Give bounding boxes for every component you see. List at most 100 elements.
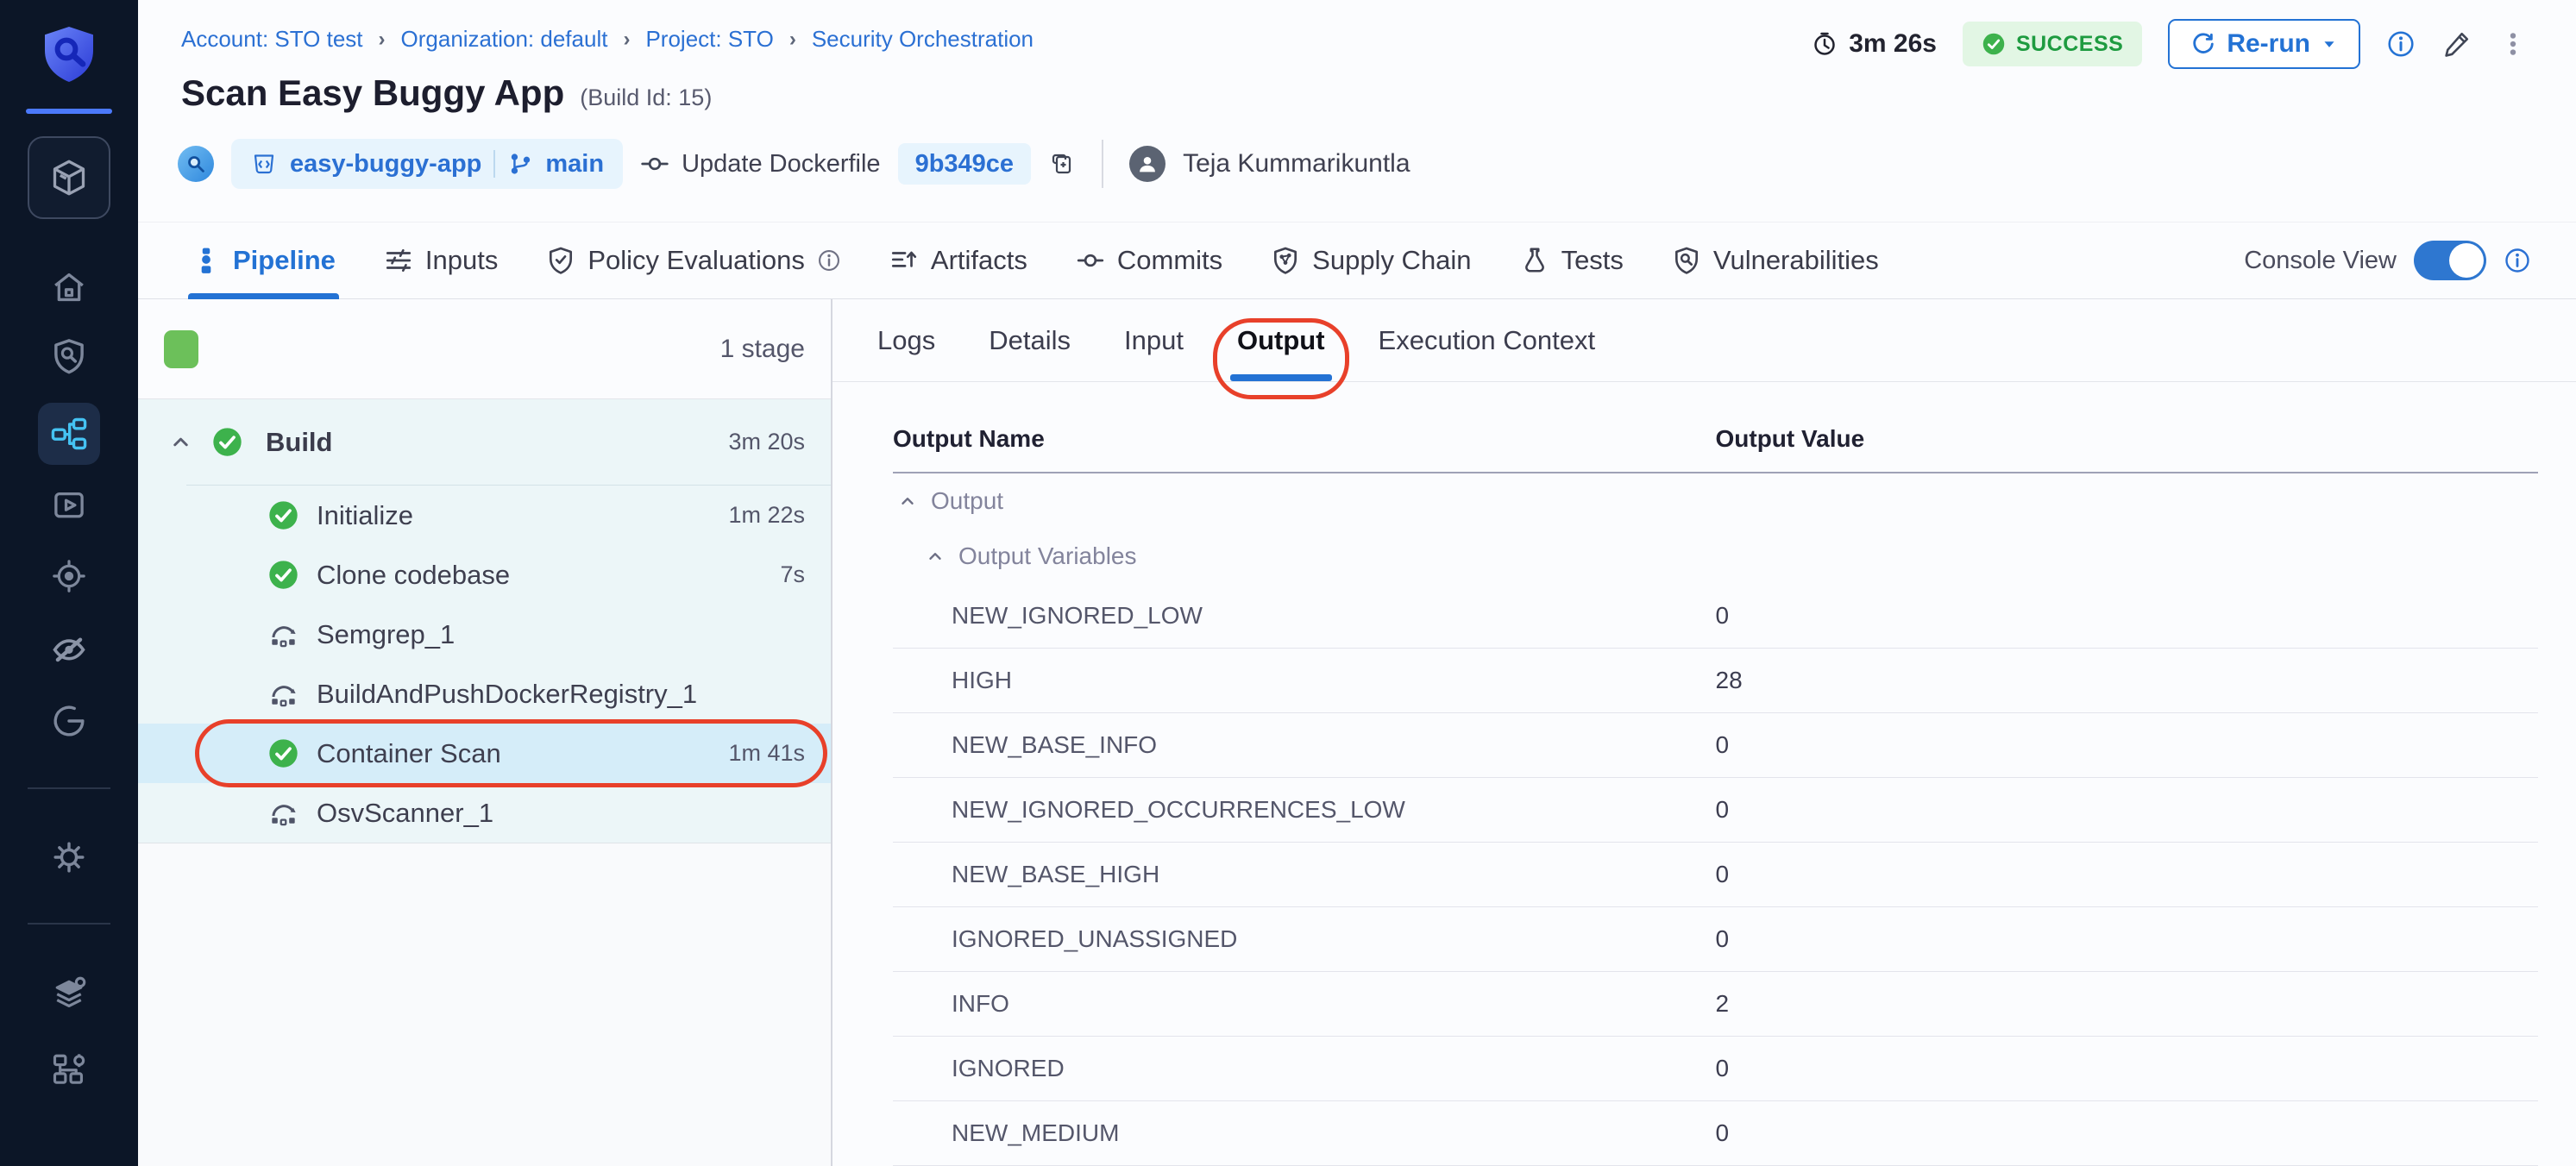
success-icon — [267, 559, 299, 591]
rerun-button[interactable]: Re-run — [2168, 19, 2360, 69]
supply-chain-icon — [1271, 246, 1300, 275]
breadcrumb-separator: › — [789, 28, 796, 52]
console-view-group: Console View — [2244, 241, 2576, 280]
collapse-chevron-icon — [926, 547, 945, 566]
table-row: HIGH28 — [893, 649, 2538, 713]
execution-tab-bar: Pipeline Inputs Policy Evaluations — [138, 222, 2576, 299]
repository-icon — [250, 150, 278, 178]
left-nav-rail — [0, 0, 138, 1166]
console-view-info-icon[interactable] — [2504, 247, 2531, 274]
detail-tab-logs[interactable]: Logs — [877, 299, 935, 381]
tab-inputs[interactable]: Inputs — [384, 223, 498, 298]
executions-nav-icon[interactable] — [38, 473, 100, 536]
build-meta-row: easy-buggy-app main Update Dockerfile 9b… — [178, 138, 1411, 190]
step-row-container-scan[interactable]: Container Scan 1m 41s — [138, 724, 831, 783]
toggle-knob — [2449, 243, 2484, 278]
org-structure-nav-icon[interactable] — [38, 1037, 100, 1099]
build-id: (Build Id: 15) — [580, 85, 712, 111]
success-icon — [211, 426, 243, 458]
console-view-toggle[interactable] — [2414, 241, 2486, 280]
nav-divider — [28, 787, 110, 789]
stage-duration: 3m 20s — [728, 429, 805, 455]
duration-text: 3m 26s — [1849, 29, 1937, 59]
breadcrumb: Account: STO test › Organization: defaul… — [181, 26, 1034, 53]
tab-tests[interactable]: Tests — [1520, 223, 1624, 298]
breadcrumb-separator: › — [379, 28, 386, 52]
edit-pipeline-icon[interactable] — [2441, 28, 2472, 60]
commits-icon — [1076, 246, 1105, 275]
column-output-name: Output Name — [893, 425, 1716, 453]
inputs-icon — [384, 246, 413, 275]
step-row-osv-scanner[interactable]: OsvScanner_1 — [138, 783, 831, 843]
queued-icon — [267, 618, 299, 650]
tab-policy-evaluations[interactable]: Policy Evaluations — [546, 223, 841, 298]
targets-nav-icon[interactable] — [38, 545, 100, 607]
build-info-icon[interactable] — [2386, 29, 2416, 59]
success-icon — [267, 737, 299, 769]
breadcrumb-module[interactable]: Security Orchestration — [812, 26, 1034, 53]
copy-sha-icon[interactable] — [1048, 150, 1076, 178]
detail-tab-details[interactable]: Details — [989, 299, 1071, 381]
commit-sha-pill[interactable]: 9b349ce — [898, 143, 1032, 185]
sto-module-logo-icon[interactable] — [41, 24, 97, 85]
table-row: IGNORED0 — [893, 1037, 2538, 1101]
author-avatar — [1129, 146, 1165, 182]
group-row-output-variables[interactable]: Output Variables — [893, 529, 2538, 584]
tab-artifacts[interactable]: Artifacts — [889, 223, 1027, 298]
nav-divider — [28, 923, 110, 925]
stage-panel-empty-area — [138, 843, 831, 1166]
group-row-output[interactable]: Output — [893, 473, 2538, 529]
detail-tab-output[interactable]: Output — [1237, 299, 1325, 381]
stage-panel: 1 stage Build 3m 20s Initialize 1m 22s — [138, 299, 832, 1166]
nav-accent-divider — [26, 109, 112, 114]
tab-vulnerabilities[interactable]: Vulnerabilities — [1672, 223, 1879, 298]
module-switcher-button[interactable] — [28, 136, 110, 219]
table-row: NEW_BASE_HIGH0 — [893, 843, 2538, 907]
breadcrumb-account[interactable]: Account: STO test — [181, 26, 363, 53]
commit-message: Update Dockerfile — [682, 150, 881, 179]
header-actions: 3m 26s SUCCESS Re-run — [1811, 19, 2528, 69]
step-row-initialize[interactable]: Initialize 1m 22s — [138, 486, 831, 545]
breadcrumb-separator: › — [623, 28, 630, 52]
step-row-build-and-push[interactable]: BuildAndPushDockerRegistry_1 — [138, 664, 831, 724]
collapse-chevron-icon — [898, 492, 917, 511]
step-detail-tabs: Logs Details Input Output Execution Cont… — [832, 299, 2576, 382]
table-row: NEW_IGNORED_OCCURRENCES_LOW0 — [893, 778, 2538, 843]
pill-divider — [493, 150, 495, 178]
get-started-nav-icon[interactable] — [38, 690, 100, 752]
pipeline-content: 1 stage Build 3m 20s Initialize 1m 22s — [138, 299, 2576, 1166]
success-check-icon — [1982, 32, 2006, 56]
breadcrumb-project[interactable]: Project: STO — [645, 26, 773, 53]
settings-nav-icon[interactable] — [38, 826, 100, 888]
meta-divider — [1102, 140, 1103, 188]
pipelines-nav-icon[interactable] — [38, 403, 100, 465]
repo-branch-pill[interactable]: easy-buggy-app main — [231, 139, 623, 189]
commit-message-group: Update Dockerfile — [640, 149, 881, 179]
breadcrumb-organization[interactable]: Organization: default — [401, 26, 608, 53]
stage-row-build[interactable]: Build 3m 20s — [138, 399, 831, 485]
git-branch-icon — [507, 151, 533, 177]
stage-status-square[interactable] — [164, 330, 198, 368]
overview-shield-search-nav-icon[interactable] — [38, 325, 100, 387]
table-row: NEW_MEDIUM0 — [893, 1101, 2538, 1166]
step-details-panel: Logs Details Input Output Execution Cont… — [832, 299, 2576, 1166]
rerun-refresh-icon — [2190, 31, 2216, 57]
commit-icon — [640, 149, 669, 179]
tab-supply-chain[interactable]: Supply Chain — [1271, 223, 1471, 298]
vulnerabilities-shield-search-icon — [1672, 246, 1701, 275]
tab-pipeline[interactable]: Pipeline — [192, 223, 336, 298]
detail-tab-input[interactable]: Input — [1124, 299, 1184, 381]
project-setup-nav-icon[interactable] — [38, 962, 100, 1025]
cube-icon — [48, 157, 90, 198]
main-area: Account: STO test › Organization: defaul… — [138, 0, 2576, 1166]
step-row-semgrep[interactable]: Semgrep_1 — [138, 605, 831, 664]
tab-commits[interactable]: Commits — [1076, 223, 1222, 298]
console-view-label: Console View — [2244, 247, 2397, 275]
detail-tab-execution-context[interactable]: Execution Context — [1379, 299, 1596, 381]
author-name: Teja Kummarikuntla — [1183, 149, 1410, 179]
home-nav-icon[interactable] — [38, 256, 100, 318]
stage-name: Build — [266, 427, 333, 458]
more-options-kebab-icon[interactable] — [2498, 29, 2528, 59]
exemptions-eye-off-nav-icon[interactable] — [38, 617, 100, 680]
step-row-clone-codebase[interactable]: Clone codebase 7s — [138, 545, 831, 605]
